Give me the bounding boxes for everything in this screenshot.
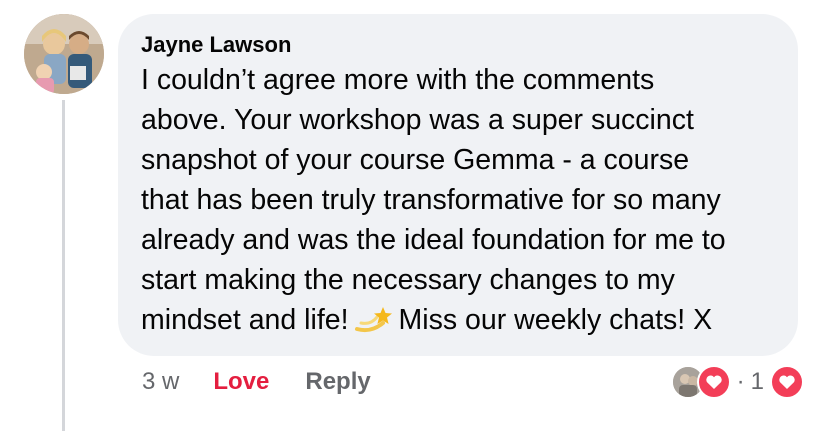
comment-bubble: Jayne Lawson I couldn’t agree more with … (118, 14, 798, 356)
comment-line-text: Miss our weekly chats! X (398, 304, 713, 336)
comment-actions: 3 w Love Reply (142, 362, 371, 402)
comment-line: that has been truly transformative for s… (141, 184, 721, 216)
comment-author[interactable]: Jayne Lawson (141, 30, 776, 60)
avatar-photo-icon (24, 14, 104, 94)
comment-line-text: mindset and life! (141, 304, 349, 336)
reaction-count: 1 (750, 368, 764, 395)
avatar[interactable] (24, 14, 104, 94)
reaction-separator: · (736, 368, 745, 395)
comment-line: already and was the ideal foundation for… (141, 224, 726, 256)
comment-line-last: mindset and life! Miss our weekly chats!… (141, 300, 791, 340)
comment-line: snapshot of your course Gemma - a course (141, 144, 690, 176)
comment-line: I couldn’t agree more with the comments (141, 64, 655, 96)
heart-icon (770, 365, 804, 399)
love-button[interactable]: Love (213, 368, 269, 396)
thread-line (62, 100, 65, 431)
comment-line: start making the necessary changes to my (141, 264, 675, 296)
comment-text: I couldn’t agree more with the comments … (141, 60, 791, 340)
dizzy-emoji-icon (353, 303, 393, 335)
reactions-summary[interactable]: · 1 (670, 364, 804, 400)
heart-icon (696, 365, 731, 399)
timestamp[interactable]: 3 w (142, 368, 179, 396)
reply-button[interactable]: Reply (305, 368, 370, 396)
comment-line: above. Your workshop was a super succinc… (141, 104, 694, 136)
comment: Jayne Lawson I couldn’t agree more with … (0, 0, 822, 431)
